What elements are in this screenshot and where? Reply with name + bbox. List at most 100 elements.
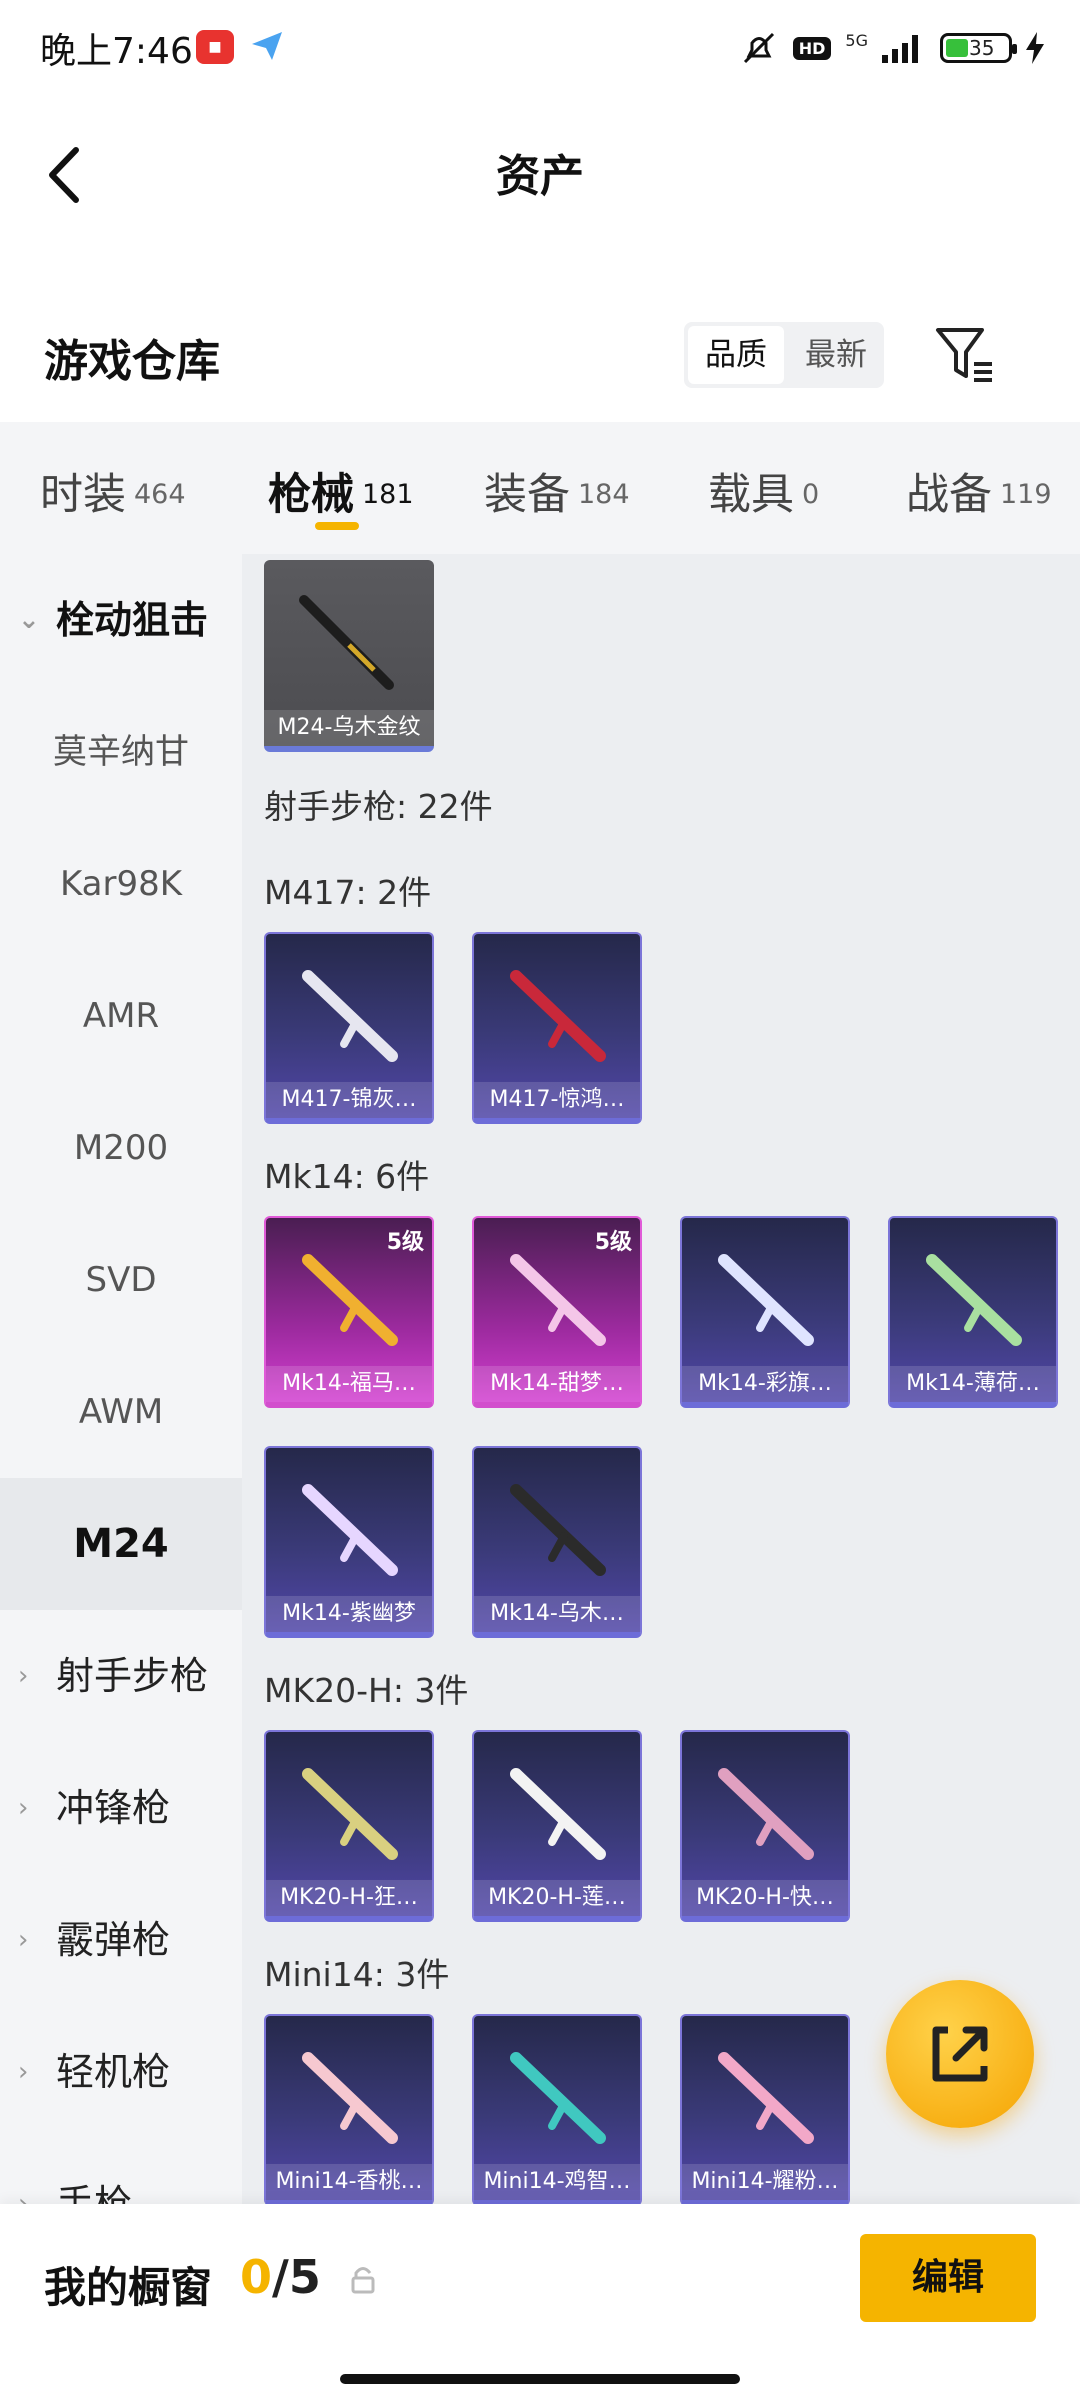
weapon-card[interactable]: Mini14-鸡智… (472, 2014, 642, 2204)
weapon-card[interactable]: MK20-H-狂… (264, 1730, 434, 1922)
showcase-bar: 我的橱窗 0/5 编辑 (0, 2204, 1080, 2400)
weapon-card[interactable]: M417-惊鸿… (472, 932, 642, 1124)
sidebar-item-kar98k[interactable]: Kar98K (0, 818, 242, 950)
tab-equipment[interactable]: 装备 184 (484, 460, 630, 522)
tab-count: 181 (362, 479, 414, 510)
share-button[interactable] (886, 1980, 1034, 2128)
charging-icon (1026, 32, 1044, 64)
weapon-caption: Mini14-香桃… (266, 2164, 432, 2200)
sidebar-group-label: 冲锋枪 (56, 1786, 171, 1830)
rifle-icon (510, 970, 606, 1062)
tab-combat-supplies[interactable]: 战备 119 (906, 460, 1052, 522)
filter-icon[interactable] (930, 320, 1000, 390)
weapon-card[interactable]: MK20-H-莲… (472, 1730, 642, 1922)
group-label: M417: 2件 (264, 873, 432, 912)
weapon-caption: M417-惊鸿… (474, 1082, 640, 1118)
level-badge: 5级 (594, 1230, 632, 1255)
tab-count: 184 (578, 479, 630, 510)
weapon-caption: Mk14-彩旗… (682, 1366, 848, 1402)
chevron-right-icon: › (18, 1793, 29, 1823)
weapon-card[interactable]: 5级 Mk14-甜梦… (472, 1216, 642, 1408)
weapon-card[interactable]: Mini14-耀粉… (680, 2014, 850, 2204)
weapon-caption: Mini14-鸡智… (474, 2164, 640, 2200)
chevron-right-icon: › (18, 2057, 29, 2087)
sidebar-item-mosin[interactable]: 莫辛纳甘 (0, 686, 242, 818)
news-app-icon: ■ (196, 30, 234, 64)
sidebar-item-amr[interactable]: AMR (0, 950, 242, 1082)
weapon-card[interactable]: Mk14-薄荷… (888, 1216, 1058, 1408)
showcase-count: 0/5 (240, 2250, 321, 2304)
share-icon (932, 2026, 988, 2082)
rifle-icon (510, 1768, 606, 1860)
weapon-card[interactable]: Mini14-香桃… (264, 2014, 434, 2204)
warehouse-title: 游戏仓库 (44, 336, 220, 387)
rifle-icon (510, 2052, 606, 2144)
home-indicator[interactable] (340, 2374, 740, 2384)
showcase-label: 我的橱窗 (44, 2263, 213, 2312)
sidebar-item-m200[interactable]: M200 (0, 1082, 242, 1214)
weapon-caption: M24-乌木金纹 (264, 710, 434, 746)
sidebar-group-bolt-action[interactable]: ⌄ 栓动狙击 (0, 554, 242, 686)
group-label: Mini14: 3件 (264, 1955, 450, 1994)
mute-icon (743, 32, 774, 64)
group-label: MK20-H: 3件 (264, 1671, 469, 1710)
weapon-card[interactable]: 5级 Mk14-福马… (264, 1216, 434, 1408)
weapon-card[interactable]: M417-锦灰… (264, 932, 434, 1124)
sidebar-group-dmr[interactable]: › 射手步枪 (0, 1610, 242, 1742)
tab-fashion[interactable]: 时装 464 (40, 460, 186, 522)
weapon-card[interactable]: Mk14-紫幽梦 (264, 1446, 434, 1638)
rifle-icon (926, 1254, 1022, 1346)
sidebar-group-shotgun[interactable]: › 霰弹枪 (0, 1874, 242, 2006)
sort-toggle[interactable]: 品质 最新 (684, 322, 884, 388)
sidebar-group-lmg[interactable]: › 轻机枪 (0, 2006, 242, 2138)
level-badge: 5级 (386, 1230, 424, 1255)
weapon-caption: Mk14-乌木… (474, 1596, 640, 1632)
category-summary: 射手步枪: 22件 (264, 787, 493, 826)
rifle-icon (718, 1768, 814, 1860)
rifle-icon (302, 1254, 398, 1346)
weapon-card[interactable]: MK20-H-快… (680, 1730, 850, 1922)
weapon-caption: MK20-H-快… (682, 1880, 848, 1916)
edit-button[interactable]: 编辑 (860, 2234, 1036, 2322)
rifle-icon (302, 2052, 398, 2144)
tab-vehicles[interactable]: 载具 0 (708, 460, 819, 522)
sidebar-group-pistol[interactable]: › 手枪 (0, 2138, 242, 2204)
sort-newest[interactable]: 最新 (788, 322, 884, 388)
weapon-caption: Mk14-紫幽梦 (266, 1596, 432, 1632)
signal-icon (882, 35, 918, 63)
chevron-right-icon: › (18, 2189, 29, 2204)
send-app-icon (252, 32, 282, 60)
rifle-icon (718, 2052, 814, 2144)
weapon-card[interactable]: Mk14-彩旗… (680, 1216, 850, 1408)
weapon-card[interactable]: Mk14-乌木… (472, 1446, 642, 1638)
showcase-total: 5 (288, 2250, 321, 2304)
sidebar-group-smg[interactable]: › 冲锋枪 (0, 1742, 242, 1874)
weapon-caption: Mk14-甜梦… (474, 1366, 640, 1402)
sidebar-group-label: 霰弹枪 (56, 1918, 171, 1962)
sort-quality[interactable]: 品质 (688, 326, 784, 384)
sidebar-item-m24[interactable]: M24 (0, 1478, 242, 1610)
rifle-icon (510, 1484, 606, 1576)
weapon-caption: M417-锦灰… (266, 1082, 432, 1118)
chevron-right-icon: › (18, 1661, 29, 1691)
tab-label: 枪械 (268, 470, 354, 520)
chevron-down-icon: ⌄ (18, 605, 40, 635)
tab-firearms[interactable]: 枪械 181 (268, 460, 414, 522)
rifle-icon (510, 1254, 606, 1346)
tab-label: 时装 (40, 470, 126, 520)
weapon-card[interactable]: M24-乌木金纹 (264, 560, 434, 752)
sidebar-item-svd[interactable]: SVD (0, 1214, 242, 1346)
sidebar-item-awm[interactable]: AWM (0, 1346, 242, 1478)
sidebar-group-label: 射手步枪 (56, 1654, 209, 1698)
lock-icon (351, 2267, 375, 2294)
page-title: 资产 (496, 151, 584, 202)
tab-label: 载具 (708, 470, 794, 520)
showcase-current: 0 (240, 2250, 273, 2304)
tab-label: 装备 (484, 470, 570, 520)
weapon-caption: Mini14-耀粉… (682, 2164, 848, 2200)
rifle-icon (302, 1768, 398, 1860)
weapon-type-sidebar: ⌄ 栓动狙击 莫辛纳甘 Kar98K AMR M200 SVD AWM M24 ›… (0, 554, 242, 2204)
group-label: Mk14: 6件 (264, 1157, 430, 1196)
sidebar-group-label: 手枪 (56, 2182, 133, 2204)
tab-count: 464 (134, 479, 186, 510)
